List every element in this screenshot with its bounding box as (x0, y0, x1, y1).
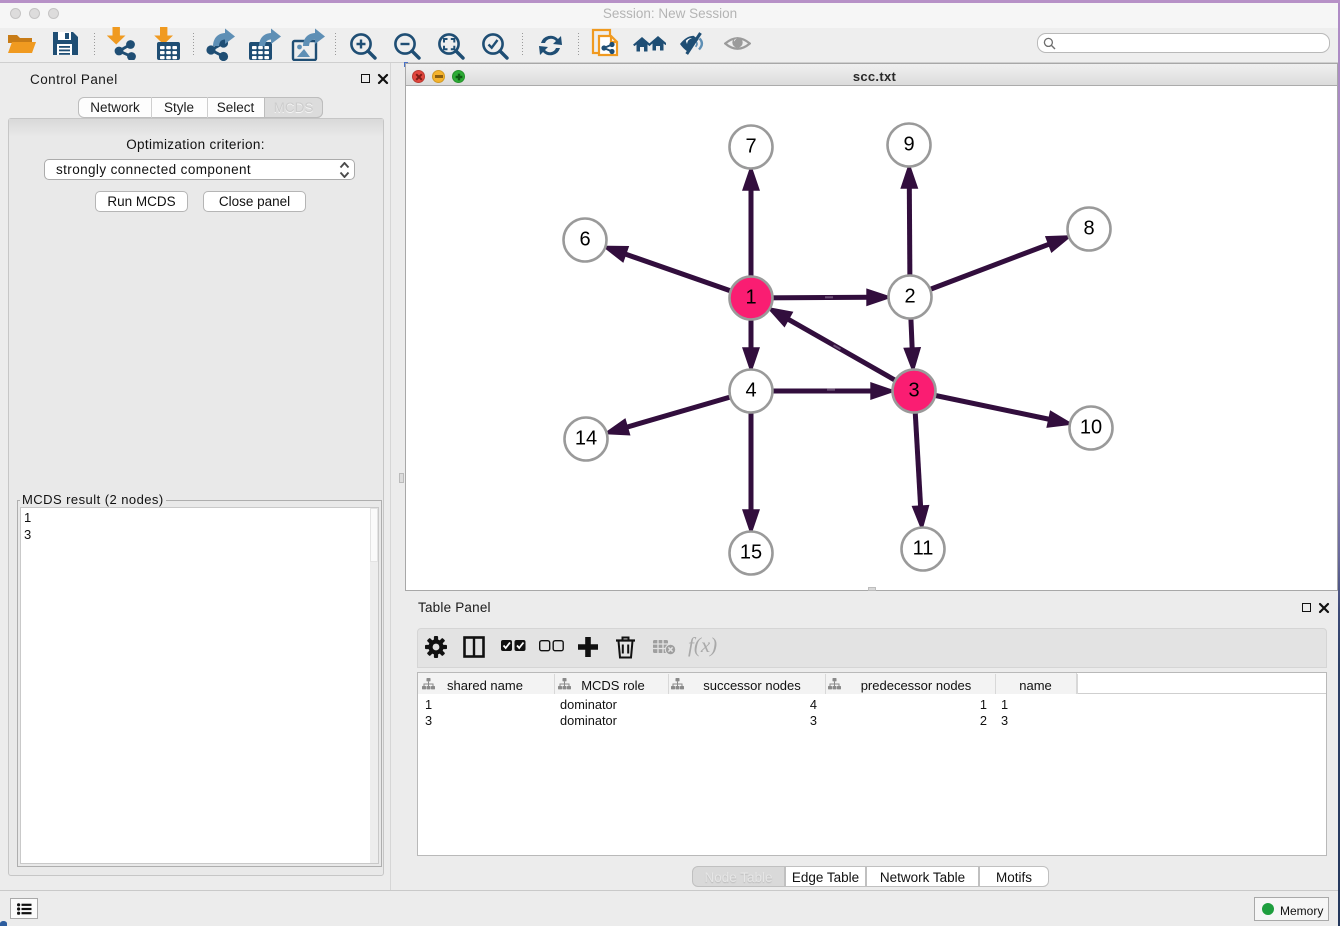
svg-text:1: 1 (745, 287, 756, 309)
svg-text:9: 9 (903, 134, 914, 156)
svg-text:3: 3 (908, 380, 919, 402)
svg-text:15: 15 (740, 542, 762, 564)
svg-text:10: 10 (1080, 417, 1102, 439)
svg-text:2: 2 (904, 286, 915, 308)
svg-text:11: 11 (913, 538, 934, 560)
svg-text:14: 14 (575, 428, 597, 450)
svg-text:7: 7 (745, 136, 756, 158)
svg-text:8: 8 (1083, 218, 1094, 240)
svg-text:4: 4 (745, 380, 756, 402)
svg-text:6: 6 (579, 229, 590, 251)
